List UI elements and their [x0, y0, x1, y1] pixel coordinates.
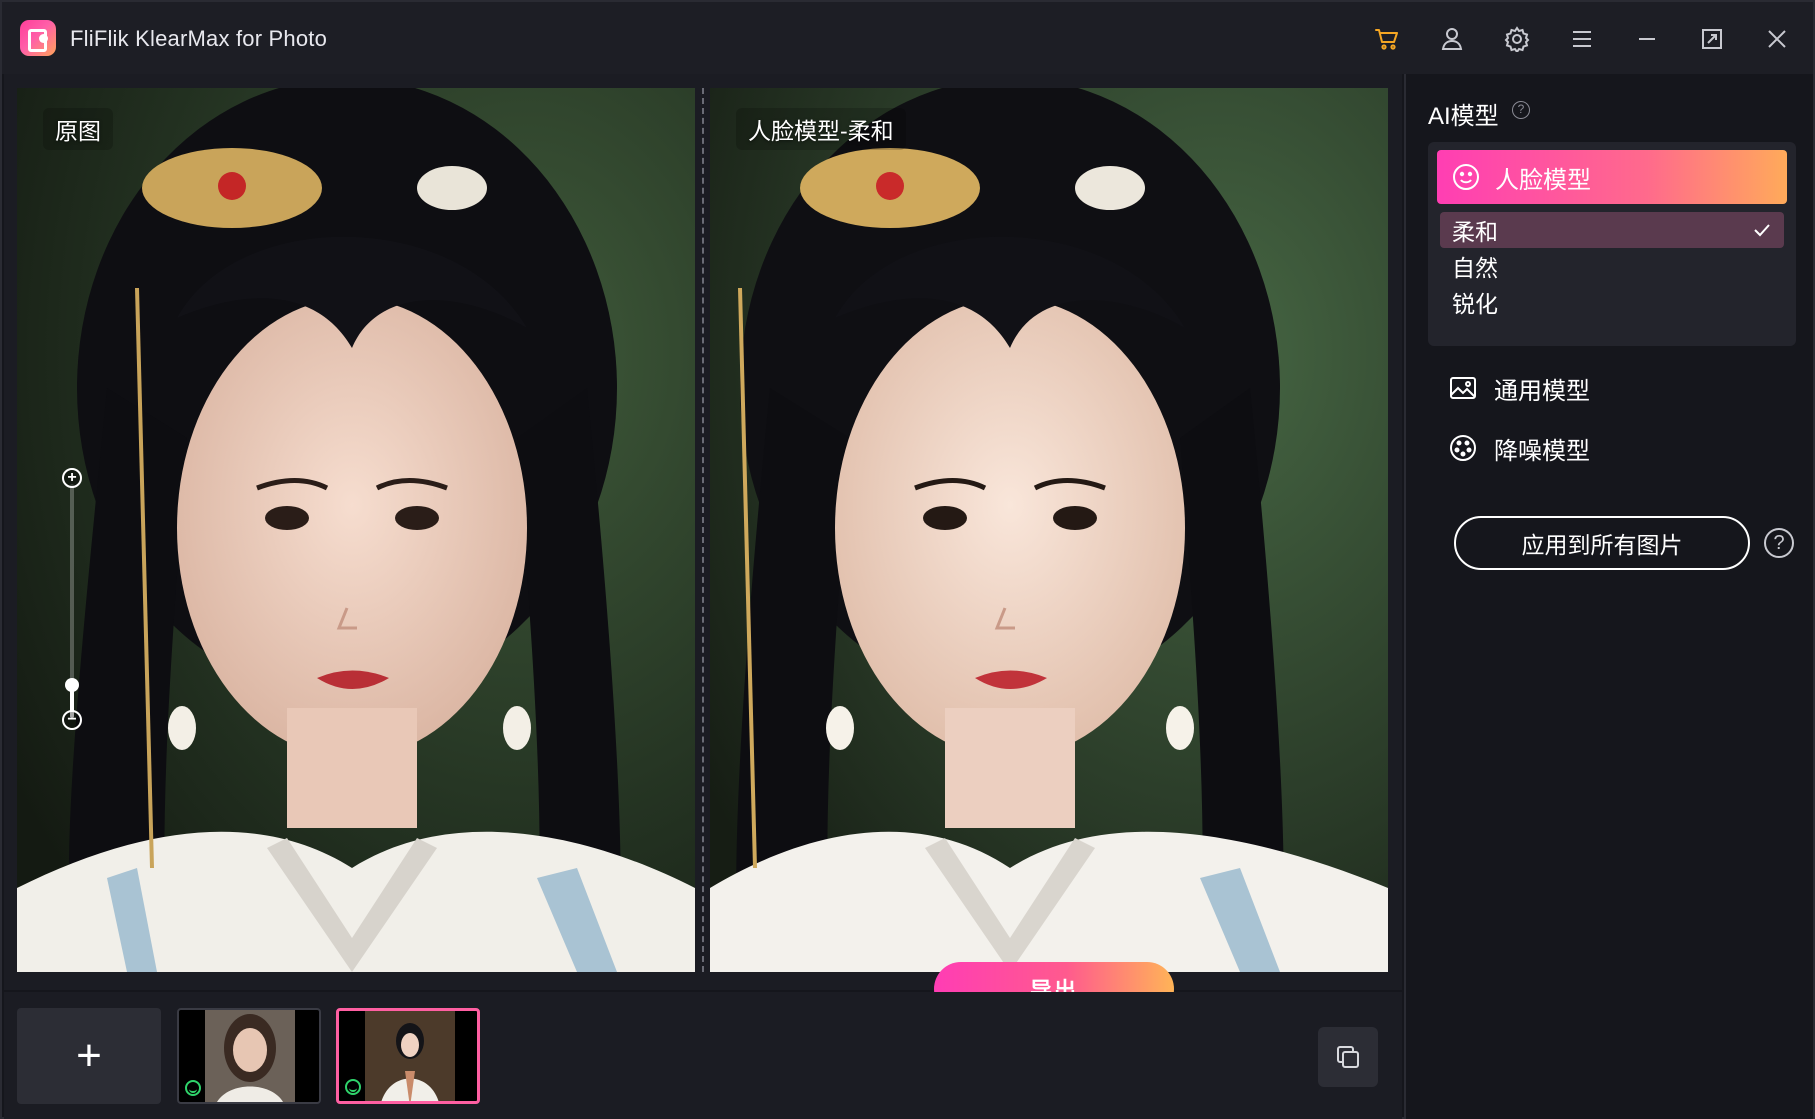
face-icon: [1453, 164, 1479, 190]
face-model-label: 人脸模型: [1495, 166, 1591, 194]
denoise-model-label: 降噪模型: [1494, 437, 1590, 465]
original-portrait-image: [17, 88, 695, 972]
face-detected-icon: [185, 1080, 201, 1096]
thumbnail-item[interactable]: [177, 1008, 321, 1104]
sub-option-natural[interactable]: 自然: [1440, 248, 1784, 284]
title-bar: FliFlik KlearMax for Photo: [2, 2, 1813, 74]
sub-option-soft[interactable]: 柔和: [1440, 212, 1784, 248]
thumbnail-strip: +: [4, 992, 1402, 1119]
thumbnail-image: [205, 1010, 295, 1102]
original-image-pane[interactable]: 原图 + −: [17, 88, 695, 972]
general-model-button[interactable]: 通用模型: [1448, 368, 1590, 408]
cart-icon[interactable]: [1368, 20, 1406, 58]
ai-model-title: AI模型: [1428, 103, 1499, 130]
minimize-icon[interactable]: [1628, 20, 1666, 58]
maximize-icon[interactable]: [1693, 20, 1731, 58]
menu-icon[interactable]: [1563, 20, 1601, 58]
zoom-handle[interactable]: [65, 678, 79, 693]
face-model-group: 人脸模型 柔和 自然 锐化: [1428, 142, 1796, 346]
checkmark-icon: [1754, 224, 1770, 237]
sub-option-label: 柔和: [1452, 219, 1498, 245]
enhanced-portrait-image: [710, 88, 1388, 972]
image-icon: [1450, 377, 1476, 399]
zoom-out-icon[interactable]: −: [62, 710, 82, 730]
thumbnail-item-selected[interactable]: [336, 1008, 480, 1104]
add-image-button[interactable]: +: [17, 1008, 161, 1104]
copy-compare-icon: [1337, 1046, 1359, 1068]
app-logo-icon: [20, 20, 56, 56]
compare-view-button[interactable]: [1318, 1027, 1378, 1087]
help-icon[interactable]: ?: [1512, 101, 1530, 119]
face-detected-icon: [345, 1079, 361, 1095]
model-sidebar: AI模型 ? 人脸模型 柔和 自然 锐化 通用模型 降噪模型 应用到所有图片 ?: [1404, 74, 1813, 1119]
sub-option-label: 锐化: [1452, 291, 1498, 317]
settings-icon[interactable]: [1498, 20, 1536, 58]
preview-area: 原图 + − 人脸模型-柔和 导出: [4, 74, 1402, 1016]
compare-divider[interactable]: [702, 88, 704, 972]
zoom-slider[interactable]: + −: [61, 468, 83, 730]
close-icon[interactable]: [1758, 20, 1796, 58]
enhanced-image-pane[interactable]: 人脸模型-柔和: [710, 88, 1388, 972]
zoom-in-icon[interactable]: +: [62, 468, 82, 488]
app-window: FliFlik KlearMax for Photo 原图 + − 人脸模型-柔…: [0, 0, 1815, 1119]
sub-option-sharpen[interactable]: 锐化: [1440, 284, 1784, 320]
apply-to-all-button[interactable]: 应用到所有图片: [1454, 516, 1750, 570]
denoise-model-button[interactable]: 降噪模型: [1448, 428, 1590, 468]
apply-help-icon[interactable]: ?: [1764, 528, 1794, 558]
general-model-label: 通用模型: [1494, 377, 1590, 405]
thumbnail-image: [365, 1011, 455, 1101]
original-label: 原图: [43, 108, 113, 150]
user-icon[interactable]: [1433, 20, 1471, 58]
sub-option-label: 自然: [1452, 255, 1498, 281]
app-title: FliFlik KlearMax for Photo: [70, 26, 328, 51]
denoise-icon: [1450, 435, 1476, 461]
face-model-button[interactable]: 人脸模型: [1437, 150, 1787, 204]
enhanced-label: 人脸模型-柔和: [736, 108, 906, 150]
